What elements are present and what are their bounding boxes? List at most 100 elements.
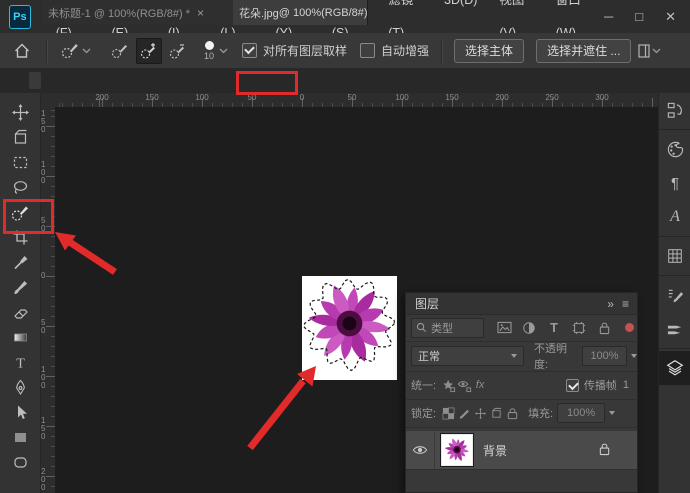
filter-pixel-layers-icon[interactable] (496, 320, 512, 336)
unify-visibility-icon[interactable] (456, 377, 472, 393)
propagate-frame-checkbox[interactable] (566, 379, 579, 392)
filter-type-label: 类型 (431, 320, 453, 336)
gradient-tool[interactable] (0, 325, 40, 350)
flower-image (308, 283, 391, 364)
selection-brush-tool[interactable] (0, 200, 40, 225)
chevron-down-icon[interactable] (609, 411, 615, 415)
brush-size-chevron-icon[interactable] (219, 46, 229, 56)
pen-tool[interactable] (0, 375, 40, 400)
tool-options-bar: 10 对所有图层取样 自动增强 选择主体 选择并遮住 ... (0, 33, 690, 69)
options-overflow-chevron-icon[interactable] (652, 46, 662, 56)
ruler-label: 50 (348, 93, 357, 102)
move-tool[interactable] (0, 100, 40, 125)
ruler-label: 0 (300, 93, 304, 102)
rectangular-marquee-tool[interactable] (0, 150, 40, 175)
propagate-frame-label: 传播帧 (584, 377, 617, 393)
ruler-label: 200 (495, 93, 508, 102)
brush-size-value: 10 (204, 52, 214, 61)
document-tab-flower[interactable]: 花朵.jpg @ 100%(RGB/8#) * × (233, 0, 368, 25)
ruler-label: 250 (545, 93, 558, 102)
home-icon[interactable] (10, 39, 34, 63)
tab-close-icon[interactable]: × (197, 6, 204, 20)
brush-size-picker[interactable]: 10 (204, 41, 214, 61)
propagate-frame-value: 1 (623, 379, 629, 391)
brush-tool[interactable] (0, 275, 40, 300)
unify-row: 统一: fx 传播帧 1 (406, 371, 637, 400)
fill-value[interactable]: 100% (557, 403, 605, 423)
photoshop-window: Ps 文件(F)编辑(E)图像(I)图层(L)文字(Y)选择(S)滤镜(T)3D… (0, 0, 690, 493)
chevron-down-icon[interactable] (631, 354, 637, 358)
eraser-tool[interactable] (0, 300, 40, 325)
lock-transparent-pixels-icon[interactable] (440, 405, 456, 421)
lock-artboard-icon[interactable] (488, 405, 504, 421)
filter-adjustment-layers-icon[interactable] (521, 320, 537, 336)
layer-row-background[interactable]: 背景 (406, 431, 637, 470)
ruler-label: 50 (41, 319, 49, 335)
eyedropper-tool[interactable] (0, 250, 40, 275)
horizontal-ruler: 20015010050050100150200250300 (55, 93, 658, 108)
rounded-rectangle-tool[interactable] (0, 450, 40, 475)
layers-panel-title[interactable]: 图层 (415, 295, 439, 312)
maximize-button[interactable]: □ (635, 9, 643, 25)
panel-collapse-icon[interactable]: » (607, 297, 614, 311)
color-panel-icon[interactable] (659, 132, 690, 166)
layers-panel-header: 图层 » ≡ (406, 293, 637, 315)
ruler-label: 150 (145, 93, 158, 102)
ruler-label: 150 (445, 93, 458, 102)
artboard-tool[interactable] (0, 125, 40, 150)
add-to-selection-icon[interactable] (136, 38, 162, 64)
filter-smart-objects-icon[interactable] (596, 320, 612, 336)
layers-panel-icon[interactable] (659, 351, 690, 385)
layer-lock-icon[interactable] (598, 442, 611, 459)
blend-mode-select[interactable]: 正常 (411, 346, 524, 366)
unify-label: 统一: (411, 377, 436, 393)
ruler-label: 0 (41, 272, 49, 280)
document-tab-untitled[interactable]: 未标题-1 @ 100%(RGB/8#) * × (42, 0, 240, 25)
selection-brush-tool-preview-icon[interactable] (58, 39, 82, 63)
lock-image-pixels-icon[interactable] (456, 405, 472, 421)
panel-menu-icon[interactable]: ≡ (622, 297, 629, 311)
svg-text:T: T (16, 357, 25, 372)
history-panel-icon[interactable] (659, 93, 690, 127)
opacity-value[interactable]: 100% (582, 346, 627, 366)
ruler-label: 300 (595, 93, 608, 102)
filter-shape-layers-icon[interactable] (571, 320, 587, 336)
grid-panel-icon[interactable] (659, 239, 690, 273)
select-subject-button[interactable]: 选择主体 (454, 39, 524, 63)
workspace-panel-icon[interactable] (636, 39, 652, 63)
sample-all-layers-checkbox[interactable] (242, 43, 257, 58)
lasso-tool[interactable] (0, 175, 40, 200)
tab-title-suffix: @ 100%(RGB/8#) * (279, 7, 368, 19)
eye-icon (412, 444, 428, 456)
tool-preset-chevron-icon[interactable] (82, 46, 92, 56)
crop-tool[interactable] (0, 225, 40, 250)
type-tool[interactable]: T (0, 350, 40, 375)
layer-filter-type-select[interactable]: 类型 (411, 318, 484, 338)
brush-settings-panel-icon[interactable] (659, 278, 690, 312)
filter-type-layers-icon[interactable]: T (546, 320, 562, 336)
auto-enhance-checkbox[interactable] (360, 43, 375, 58)
lock-all-icon[interactable] (504, 405, 520, 421)
unify-effects-icon[interactable]: fx (472, 377, 488, 393)
document-image[interactable] (302, 276, 397, 380)
panel-dock: ¶ A (658, 93, 690, 493)
select-and-mask-button[interactable]: 选择并遮住 ... (536, 39, 631, 63)
minimize-button[interactable]: ─ (604, 9, 613, 25)
sample-all-layers-label: 对所有图层取样 (263, 42, 347, 59)
brushes-panel-icon[interactable] (659, 312, 690, 346)
new-selection-icon[interactable] (108, 39, 132, 63)
glyphs-panel-icon[interactable]: A (659, 200, 690, 234)
layer-visibility-cell[interactable] (406, 431, 435, 469)
paragraph-panel-icon[interactable]: ¶ (659, 166, 690, 200)
tab-title: 未标题-1 @ 100%(RGB/8#) * (48, 5, 190, 21)
layer-name[interactable]: 背景 (483, 442, 507, 459)
path-selection-tool[interactable] (0, 400, 40, 425)
ruler-label: 200 (41, 468, 49, 492)
layer-filter-toggle-icon[interactable] (621, 320, 637, 336)
layer-thumbnail[interactable] (441, 434, 473, 466)
close-button[interactable]: ✕ (665, 9, 676, 25)
rectangle-tool[interactable] (0, 425, 40, 450)
lock-position-icon[interactable] (472, 405, 488, 421)
subtract-from-selection-icon[interactable] (166, 39, 190, 63)
unify-position-icon[interactable] (440, 377, 456, 393)
